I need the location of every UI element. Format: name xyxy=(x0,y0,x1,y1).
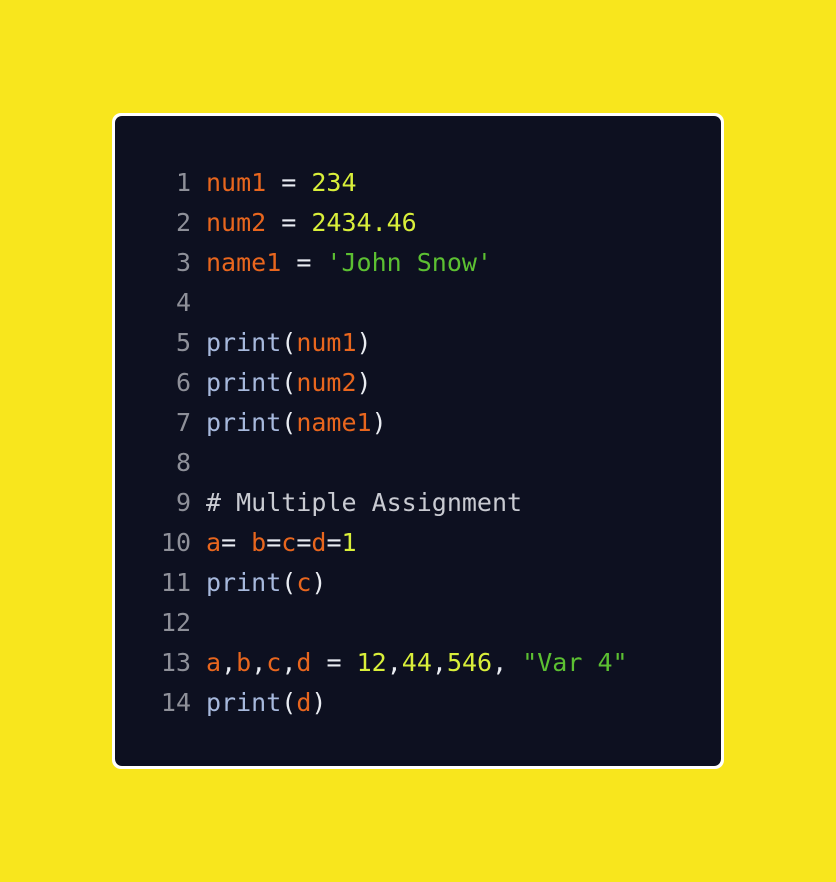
variable-token: name1 xyxy=(296,408,372,437)
variable-token: name1 xyxy=(206,248,282,277)
function-token: print xyxy=(206,368,282,397)
number-token: 1 xyxy=(341,528,357,557)
operator-token: = xyxy=(311,648,357,677)
code-line: 14 print(d) xyxy=(115,683,628,723)
punctuation-token: ) xyxy=(311,568,327,597)
line-number: 3 xyxy=(175,248,191,277)
string-token: 'John Snow' xyxy=(326,248,492,277)
line-number: 9 xyxy=(175,488,191,517)
code-text: print(c) xyxy=(206,563,326,603)
punctuation-token: ( xyxy=(281,368,297,397)
line-number: 2 xyxy=(175,208,191,237)
variable-token: c xyxy=(266,648,282,677)
variable-token: c xyxy=(296,568,312,597)
variable-token: num2 xyxy=(296,368,357,397)
variable-token: a xyxy=(206,648,222,677)
operator-token: = xyxy=(266,528,282,557)
code-text: a,b,c,d = 12,44,546, "Var 4" xyxy=(206,643,628,683)
code-line: 11 print(c) xyxy=(115,563,628,603)
function-token: print xyxy=(206,568,282,597)
code-line: 10 a= b=c=d=1 xyxy=(115,523,628,563)
variable-token: d xyxy=(311,528,327,557)
code-text: a= b=c=d=1 xyxy=(206,523,357,563)
number-token: 546 xyxy=(446,648,493,677)
code-line: 9 # Multiple Assignment xyxy=(115,483,628,523)
code-line: 12 xyxy=(115,603,628,643)
line-number: 7 xyxy=(175,408,191,437)
punctuation-token: ( xyxy=(281,328,297,357)
operator-token: = xyxy=(296,528,312,557)
variable-token: b xyxy=(251,528,267,557)
line-number: 8 xyxy=(175,448,191,477)
operator-token: = xyxy=(281,248,327,277)
line-number: 4 xyxy=(175,288,191,317)
code-line: 5 print(num1) xyxy=(115,323,628,363)
variable-token: num2 xyxy=(206,208,267,237)
code-text: num2 = 2434.46 xyxy=(206,203,417,243)
code-text: num1 = 234 xyxy=(206,163,357,203)
variable-token: num1 xyxy=(206,168,267,197)
variable-token: b xyxy=(236,648,252,677)
punctuation-token: , xyxy=(221,648,237,677)
punctuation-token: ) xyxy=(356,368,372,397)
comment-token: # Multiple Assignment xyxy=(206,488,523,517)
punctuation-token: ) xyxy=(311,688,327,717)
code-line: 6 print(num2) xyxy=(115,363,628,403)
code-block: 1 num1 = 234 2 num2 = 2434.46 3 name1 = 'John… xyxy=(115,163,628,723)
number-token: 12 xyxy=(356,648,387,677)
punctuation-token: ) xyxy=(371,408,387,437)
code-card: 1 num1 = 234 2 num2 = 2434.46 3 name1 = 'John… xyxy=(112,113,724,769)
string-token: "Var 4" xyxy=(522,648,628,677)
code-line: 1 num1 = 234 xyxy=(115,163,628,203)
punctuation-token: ( xyxy=(281,408,297,437)
line-number: 12 xyxy=(160,608,191,637)
punctuation-token: , xyxy=(281,648,297,677)
operator-token: = xyxy=(221,528,252,557)
number-token: 44 xyxy=(401,648,432,677)
line-number: 13 xyxy=(160,648,191,677)
variable-token: c xyxy=(281,528,297,557)
code-text: # Multiple Assignment xyxy=(206,483,522,523)
punctuation-token: ) xyxy=(356,328,372,357)
code-text: name1 = 'John Snow' xyxy=(206,243,492,283)
code-line: 7 print(name1) xyxy=(115,403,628,443)
code-line: 13 a,b,c,d = 12,44,546, "Var 4" xyxy=(115,643,628,683)
punctuation-token: , xyxy=(251,648,267,677)
code-line: 3 name1 = 'John Snow' xyxy=(115,243,628,283)
line-number: 1 xyxy=(175,168,191,197)
punctuation-token: , xyxy=(492,648,523,677)
number-token: 2434.46 xyxy=(311,208,417,237)
variable-token: d xyxy=(296,688,312,717)
punctuation-token: ( xyxy=(281,568,297,597)
variable-token: a xyxy=(206,528,222,557)
operator-token: = xyxy=(326,528,342,557)
punctuation-token: , xyxy=(386,648,402,677)
code-line: 8 xyxy=(115,443,628,483)
code-editor: 1 num1 = 234 2 num2 = 2434.46 3 name1 = 'John… xyxy=(115,116,721,766)
code-line: 4 xyxy=(115,283,628,323)
code-text: print(name1) xyxy=(206,403,387,443)
variable-token: num1 xyxy=(296,328,357,357)
code-text: print(d) xyxy=(206,683,326,723)
line-number: 5 xyxy=(175,328,191,357)
line-number: 6 xyxy=(175,368,191,397)
operator-token: = xyxy=(266,208,312,237)
function-token: print xyxy=(206,408,282,437)
punctuation-token: , xyxy=(431,648,447,677)
code-text: print(num2) xyxy=(206,363,372,403)
function-token: print xyxy=(206,328,282,357)
operator-token: = xyxy=(266,168,312,197)
variable-token: d xyxy=(296,648,312,677)
line-number: 10 xyxy=(160,528,191,557)
code-line: 2 num2 = 2434.46 xyxy=(115,203,628,243)
number-token: 234 xyxy=(311,168,357,197)
line-number: 14 xyxy=(160,688,191,717)
function-token: print xyxy=(206,688,282,717)
code-text: print(num1) xyxy=(206,323,372,363)
punctuation-token: ( xyxy=(281,688,297,717)
line-number: 11 xyxy=(160,568,191,597)
